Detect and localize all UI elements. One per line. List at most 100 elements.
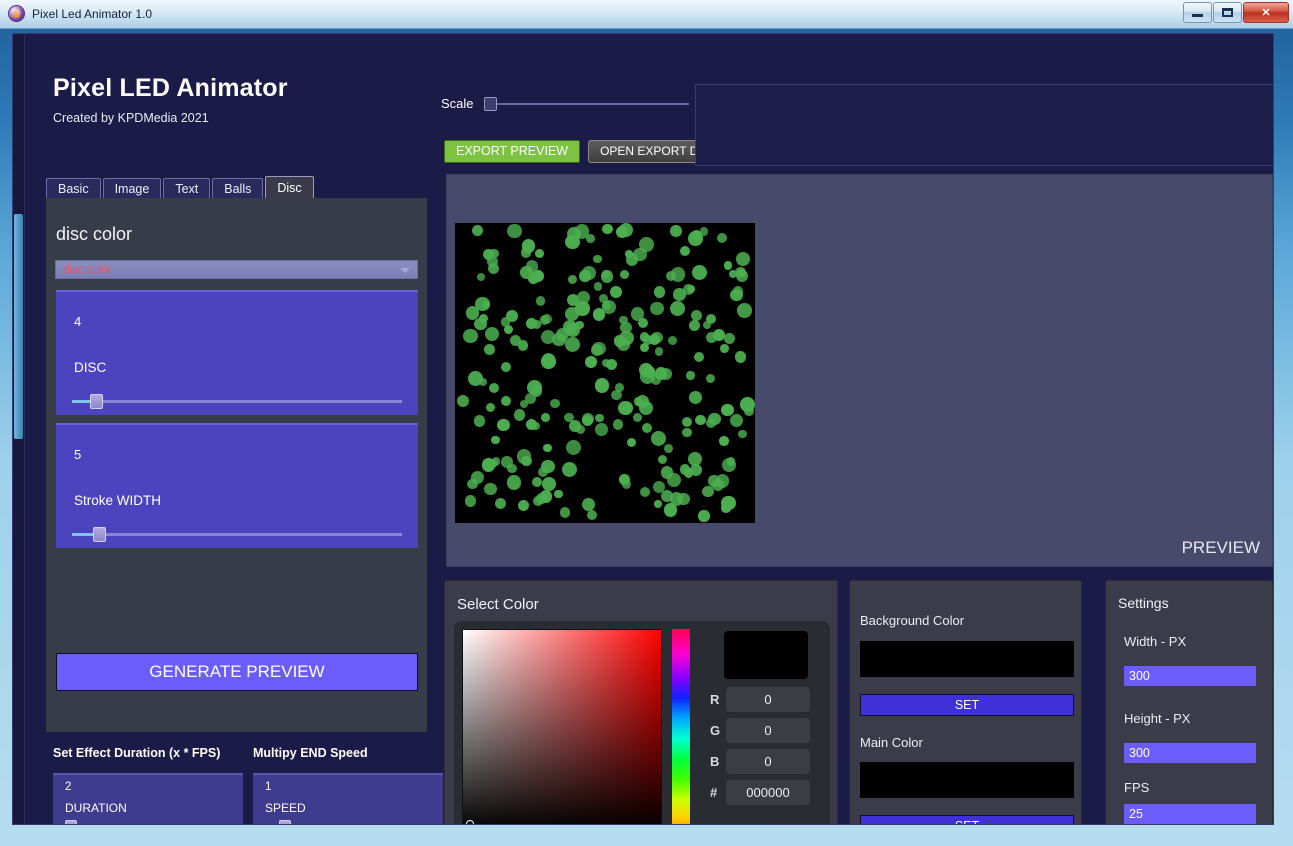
preview-dot bbox=[653, 499, 662, 509]
preview-dot bbox=[705, 332, 717, 344]
preview-dot bbox=[684, 468, 694, 478]
preview-dot bbox=[723, 260, 733, 270]
preview-dot bbox=[581, 414, 593, 426]
preview-dot bbox=[506, 310, 518, 322]
duration-group: Set Effect Duration (x * FPS) 2 DURATION bbox=[53, 746, 243, 824]
preview-dot bbox=[653, 285, 666, 298]
maximize-button[interactable] bbox=[1213, 2, 1242, 23]
preview-dot bbox=[630, 307, 645, 321]
preview-dot bbox=[730, 288, 743, 302]
minimize-button[interactable] bbox=[1183, 2, 1212, 23]
sv-cursor-icon bbox=[466, 820, 474, 824]
preview-dot bbox=[679, 246, 690, 257]
blue-channel-input[interactable]: 0 bbox=[726, 749, 810, 774]
red-channel-input[interactable]: 0 bbox=[726, 687, 810, 712]
main-color-swatch bbox=[860, 762, 1074, 798]
preview-dot bbox=[531, 476, 543, 488]
main-color-set-button[interactable]: SET bbox=[860, 815, 1074, 824]
preview-dot bbox=[485, 402, 496, 412]
preview-dot bbox=[632, 412, 642, 422]
brand-block: Pixel LED Animator Created by KPDMedia 2… bbox=[53, 74, 288, 125]
preview-dot bbox=[706, 374, 716, 384]
preview-dot bbox=[532, 270, 544, 282]
duration-slider-card: 2 DURATION bbox=[53, 773, 243, 824]
background-color-swatch bbox=[860, 641, 1074, 677]
left-scrollbar-thumb[interactable] bbox=[14, 214, 23, 439]
preview-dot bbox=[618, 223, 633, 237]
preview-dot bbox=[517, 499, 530, 512]
preview-dot bbox=[562, 462, 578, 478]
preview-dot bbox=[695, 414, 707, 426]
preview-dot bbox=[520, 266, 533, 279]
color-set-panel: Background Color SET Main Color SET bbox=[849, 580, 1082, 824]
hex-channel-input[interactable]: 000000 bbox=[726, 780, 810, 805]
info-box bbox=[695, 84, 1273, 166]
disc-slider-track[interactable] bbox=[72, 394, 402, 409]
preview-canvas[interactable] bbox=[455, 223, 755, 523]
preview-dot bbox=[716, 232, 728, 244]
title-bar: Pixel Led Animator 1.0 ✕ bbox=[0, 0, 1293, 29]
preview-dot bbox=[594, 378, 610, 393]
tab-disc[interactable]: Disc bbox=[265, 176, 314, 199]
preview-dot bbox=[484, 482, 497, 496]
saturation-value-square[interactable] bbox=[462, 629, 662, 824]
preview-dot bbox=[612, 419, 624, 430]
preview-dot bbox=[611, 389, 622, 401]
width-input[interactable]: 300 bbox=[1124, 666, 1256, 686]
tab-bar: Basic Image Text Balls Disc bbox=[46, 176, 316, 199]
preview-dot bbox=[639, 343, 649, 353]
disc-slider-knob[interactable] bbox=[90, 394, 103, 409]
speed-slider-knob[interactable] bbox=[279, 820, 291, 824]
preview-dot bbox=[708, 412, 721, 426]
bottom-left-controls: Set Effect Duration (x * FPS) 2 DURATION… bbox=[46, 734, 446, 824]
background-color-set-button[interactable]: SET bbox=[860, 694, 1074, 716]
left-scrollbar[interactable] bbox=[13, 34, 25, 824]
blue-channel-row: B 0 bbox=[710, 749, 810, 774]
preview-dot bbox=[690, 309, 702, 322]
stroke-width-slider-knob[interactable] bbox=[93, 527, 106, 542]
preview-dot bbox=[559, 507, 571, 519]
close-button[interactable]: ✕ bbox=[1243, 2, 1289, 23]
preview-dot bbox=[670, 224, 682, 237]
tab-basic[interactable]: Basic bbox=[46, 178, 101, 199]
selected-color-swatch bbox=[724, 631, 808, 679]
fps-input[interactable]: 25 bbox=[1124, 804, 1256, 824]
preview-dot bbox=[567, 274, 578, 284]
export-preview-button[interactable]: EXPORT PREVIEW bbox=[444, 140, 581, 163]
preview-dot bbox=[655, 347, 664, 356]
preview-dot bbox=[688, 320, 700, 332]
scale-slider-knob[interactable] bbox=[483, 96, 497, 111]
tab-image[interactable]: Image bbox=[102, 178, 162, 199]
hue-strip[interactable] bbox=[672, 629, 690, 824]
preview-dot bbox=[484, 344, 495, 355]
preview-dot bbox=[491, 435, 501, 445]
preview-dot bbox=[500, 395, 512, 406]
preview-dot bbox=[552, 332, 566, 347]
disc-slider-card: 4 DISC bbox=[56, 290, 418, 415]
height-input[interactable]: 300 bbox=[1124, 743, 1256, 763]
duration-label: DURATION bbox=[65, 801, 127, 815]
preview-dot bbox=[584, 355, 598, 369]
stroke-width-slider-value: 5 bbox=[74, 447, 82, 462]
preview-dot bbox=[721, 403, 735, 417]
green-channel-input[interactable]: 0 bbox=[726, 718, 810, 743]
scale-slider-track[interactable] bbox=[483, 96, 689, 111]
app-icon bbox=[8, 5, 25, 22]
stroke-width-slider-track[interactable] bbox=[72, 527, 402, 542]
preview-dot bbox=[659, 368, 672, 381]
preview-dot bbox=[521, 239, 536, 253]
preview-dot bbox=[456, 394, 469, 407]
disc-color-dropdown[interactable]: disc color bbox=[55, 260, 418, 279]
app-canvas: Pixel LED Animator Created by KPDMedia 2… bbox=[12, 33, 1274, 825]
tab-balls[interactable]: Balls bbox=[212, 178, 264, 199]
duration-slider-knob[interactable] bbox=[65, 820, 77, 824]
preview-dot bbox=[541, 354, 556, 369]
minimize-icon bbox=[1192, 14, 1203, 17]
preview-dot bbox=[687, 452, 702, 467]
preview-dot bbox=[541, 476, 557, 492]
tab-text[interactable]: Text bbox=[163, 178, 211, 199]
generate-preview-button[interactable]: GENERATE PREVIEW bbox=[56, 653, 418, 691]
preview-dot bbox=[688, 231, 704, 246]
preview-dot bbox=[652, 481, 665, 494]
settings-title: Settings bbox=[1118, 595, 1169, 611]
